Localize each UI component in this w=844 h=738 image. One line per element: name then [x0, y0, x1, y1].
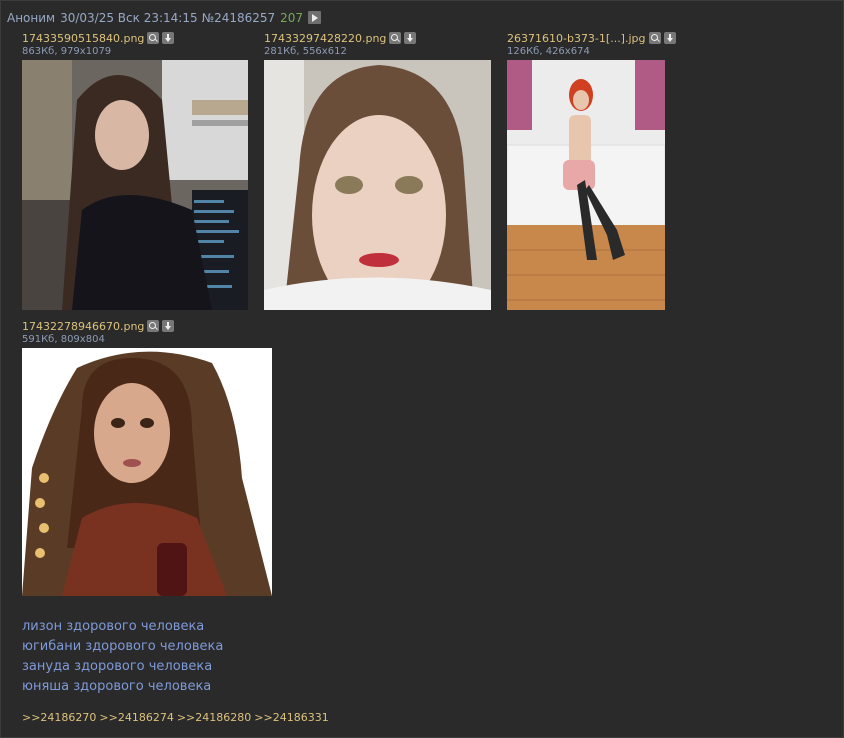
- post-datetime: 30/03/25 Вск 23:14:15: [60, 11, 198, 25]
- file-name[interactable]: 17433590515840.png: [22, 32, 144, 45]
- file-name[interactable]: 17432278946670.png: [22, 320, 144, 333]
- play-icon[interactable]: [308, 11, 322, 24]
- file-4: 17432278946670.png 591Кб, 809x804: [22, 320, 175, 346]
- reply-count: 207: [280, 11, 304, 25]
- post-header: Аноним 30/03/25 Вск 23:14:15 №24186257 207: [7, 10, 322, 26]
- post: Аноним 30/03/25 Вск 23:14:15 №24186257 207 …: [0, 0, 844, 738]
- download-icon[interactable]: [162, 32, 175, 44]
- file-meta: 863Кб, 979x1079: [22, 46, 112, 57]
- download-icon[interactable]: [404, 32, 417, 44]
- thumbnail-4[interactable]: [22, 348, 272, 596]
- file-1: 17433590515840.png 863Кб, 979x1079: [22, 32, 175, 58]
- author-name: Аноним: [7, 11, 56, 25]
- download-icon[interactable]: [663, 32, 676, 44]
- reply-link[interactable]: >>24186331: [254, 711, 328, 724]
- thumbnail-2[interactable]: [264, 60, 491, 310]
- file-name[interactable]: 17433297428220.png: [264, 32, 386, 45]
- reply-link[interactable]: >>24186270: [22, 711, 96, 724]
- download-icon[interactable]: [162, 320, 175, 332]
- reply-link[interactable]: >>24186280: [177, 711, 251, 724]
- post-number[interactable]: №24186257: [202, 11, 276, 25]
- file-meta: 281Кб, 556x612: [264, 46, 347, 57]
- search-icon[interactable]: [147, 32, 160, 44]
- file-meta: 126Кб, 426x674: [507, 46, 590, 57]
- file-name[interactable]: 26371610-b373-1[...].jpg: [507, 32, 646, 45]
- reply-link[interactable]: >>24186274: [99, 711, 173, 724]
- post-message: лизон здорового человека югибани здорово…: [22, 617, 223, 697]
- file-meta: 591Кб, 809x804: [22, 334, 105, 345]
- post-replies: >>24186270 >>24186274 >>24186280 >>24186331: [22, 711, 332, 725]
- search-icon[interactable]: [389, 32, 402, 44]
- search-icon[interactable]: [147, 320, 160, 332]
- message-line: лизон здорового человека: [22, 619, 205, 634]
- message-line: зануда здорового человека: [22, 659, 213, 674]
- message-line: юняша здорового человека: [22, 679, 212, 694]
- search-icon[interactable]: [648, 32, 661, 44]
- thumbnail-3[interactable]: [507, 60, 665, 310]
- message-line: югибани здорового человека: [22, 639, 224, 654]
- thumbnail-1[interactable]: [22, 60, 248, 310]
- file-2: 17433297428220.png 281Кб, 556x612: [264, 32, 417, 58]
- file-3: 26371610-b373-1[...].jpg 126Кб, 426x674: [507, 32, 676, 58]
